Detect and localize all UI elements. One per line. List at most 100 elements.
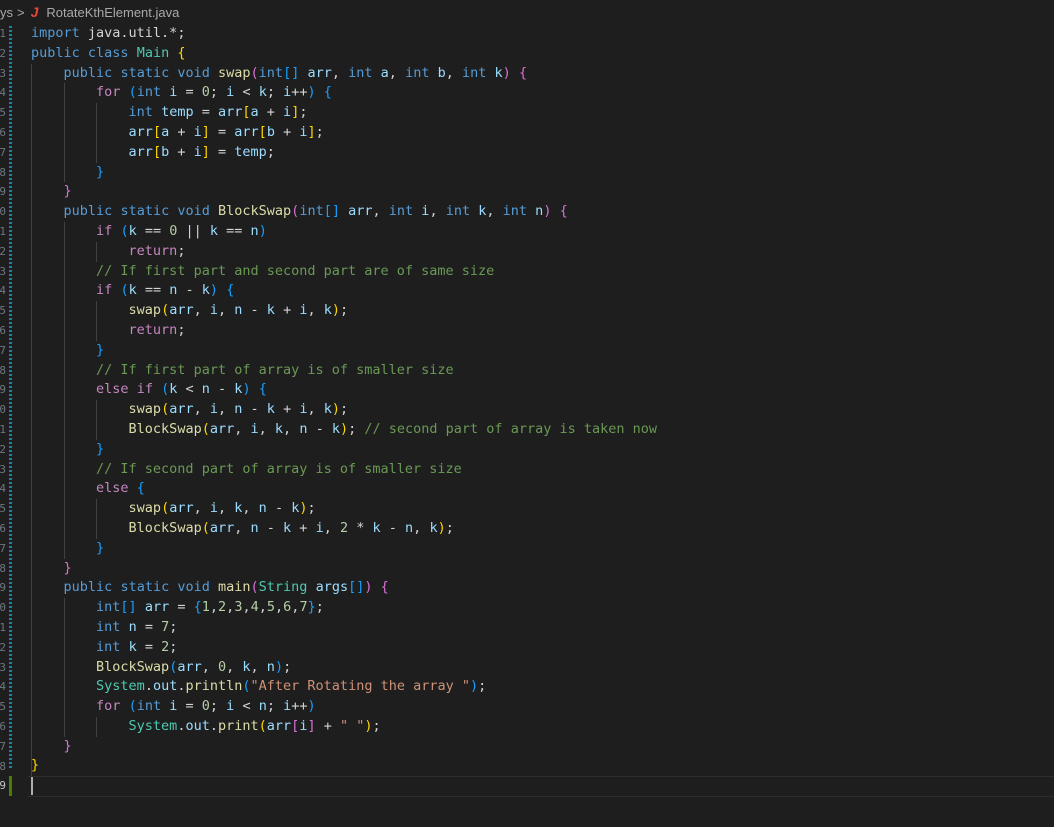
code-line[interactable]: public static void main(String args[]) { (31, 578, 1051, 598)
line-number[interactable]: 0 (0, 400, 6, 420)
line-number[interactable]: 9 (0, 182, 6, 202)
line-number[interactable]: 5 (0, 697, 6, 717)
line-number[interactable]: 6 (0, 717, 6, 737)
code-line[interactable]: int k = 2; (31, 638, 1051, 658)
code-line[interactable]: } (31, 163, 1051, 183)
code-line[interactable]: return; (31, 321, 1051, 341)
code-line[interactable] (31, 776, 1051, 796)
line-number[interactable]: 3 (0, 658, 6, 678)
line-number[interactable]: 6 (0, 321, 6, 341)
line-number[interactable]: 2 (0, 44, 6, 64)
line-number[interactable]: 9 (0, 776, 6, 796)
code-area[interactable]: import java.util.*; public class Main { p… (31, 24, 1051, 796)
code-line[interactable]: int temp = arr[a + i]; (31, 103, 1051, 123)
line-number[interactable]: 2 (0, 242, 6, 262)
code-token: ) (502, 64, 511, 81)
line-number[interactable]: 1 (0, 222, 6, 242)
line-number[interactable]: 5 (0, 301, 6, 321)
code-token: , (413, 519, 430, 536)
line-number[interactable]: 7 (0, 341, 6, 361)
line-number[interactable]: 2 (0, 440, 6, 460)
code-line[interactable]: swap(arr, i, n - k + i, k); (31, 301, 1051, 321)
line-number[interactable]: 8 (0, 163, 6, 183)
code-token: arr (209, 420, 235, 437)
code-line[interactable]: public static void swap(int[] arr, int a… (31, 64, 1051, 84)
code-line[interactable]: for (int i = 0; i < n; i++) (31, 697, 1051, 717)
code-line[interactable]: // If first part of array is of smaller … (31, 361, 1051, 381)
breadcrumb-file[interactable]: RotateKthElement.java (46, 5, 179, 20)
code-line[interactable]: swap(arr, i, n - k + i, k); (31, 400, 1051, 420)
line-number[interactable]: 5 (0, 499, 6, 519)
line-number[interactable]: 1 (0, 24, 6, 44)
line-number[interactable]: 0 (0, 598, 6, 618)
code-line[interactable]: System.out.println("After Rotating the a… (31, 677, 1051, 697)
line-number[interactable]: 4 (0, 479, 6, 499)
code-line[interactable]: import java.util.*; (31, 24, 1051, 44)
line-number[interactable]: 9 (0, 380, 6, 400)
code-token: * (348, 519, 373, 536)
code-line[interactable]: arr[a + i] = arr[b + i]; (31, 123, 1051, 143)
code-line[interactable]: BlockSwap(arr, 0, k, n); (31, 658, 1051, 678)
line-number[interactable]: 6 (0, 519, 6, 539)
line-number[interactable]: 4 (0, 677, 6, 697)
code-token: int (502, 203, 528, 220)
line-number[interactable]: 3 (0, 64, 6, 84)
code-line[interactable]: if (k == 0 || k == n) (31, 222, 1051, 242)
line-number[interactable]: 4 (0, 281, 6, 301)
code-line[interactable]: BlockSwap(arr, n - k + i, 2 * k - n, k); (31, 519, 1051, 539)
line-number[interactable]: 8 (0, 757, 6, 777)
line-number[interactable]: 0 (0, 202, 6, 222)
code-token: [] (283, 64, 300, 81)
code-line[interactable]: } (31, 440, 1051, 460)
code-token: , (258, 599, 267, 616)
line-number[interactable]: 7 (0, 143, 6, 163)
code-line[interactable]: int n = 7; (31, 618, 1051, 638)
code-line[interactable]: else if (k < n - k) { (31, 380, 1051, 400)
code-line[interactable]: public class Main { (31, 44, 1051, 64)
git-modified-indicator[interactable] (9, 26, 12, 770)
line-number[interactable]: 7 (0, 539, 6, 559)
code-editor[interactable]: ys > J RotateKthElement.java 12345678901… (0, 0, 1054, 827)
code-token: = (193, 104, 218, 121)
code-line[interactable]: BlockSwap(arr, i, k, n - k); // second p… (31, 420, 1051, 440)
code-line[interactable]: // If first part and second part are of … (31, 262, 1051, 282)
line-number[interactable]: 9 (0, 578, 6, 598)
line-number[interactable]: 7 (0, 737, 6, 757)
code-line[interactable]: int[] arr = {1,2,3,4,5,6,7}; (31, 598, 1051, 618)
line-number[interactable]: 6 (0, 123, 6, 143)
git-added-indicator[interactable] (9, 776, 12, 796)
code-line[interactable]: } (31, 341, 1051, 361)
code-token: 0 (217, 658, 227, 675)
line-number[interactable]: 5 (0, 103, 6, 123)
code-line[interactable]: System.out.print(arr[i] + " "); (31, 717, 1051, 737)
code-line[interactable]: arr[b + i] = temp; (31, 143, 1051, 163)
code-line[interactable]: } (31, 756, 1051, 776)
code-line[interactable]: swap(arr, i, k, n - k); (31, 499, 1051, 519)
code-line[interactable]: return; (31, 242, 1051, 262)
line-number[interactable]: 8 (0, 361, 6, 381)
code-line[interactable]: } (31, 539, 1051, 559)
line-number[interactable]: 1 (0, 618, 6, 638)
code-line[interactable]: } (31, 737, 1051, 757)
code-line[interactable]: public static void BlockSwap(int[] arr, … (31, 202, 1051, 222)
code-line[interactable]: } (31, 559, 1051, 579)
line-number[interactable]: 3 (0, 460, 6, 480)
code-token: , (193, 302, 210, 319)
code-token: ] (307, 717, 316, 734)
code-token: + (291, 519, 316, 536)
code-line[interactable]: // If second part of array is of smaller… (31, 460, 1051, 480)
code-line[interactable]: for (int i = 0; i < k; i++) { (31, 83, 1051, 103)
line-number[interactable]: 4 (0, 83, 6, 103)
code-line[interactable]: else { (31, 479, 1051, 499)
line-number[interactable]: 2 (0, 638, 6, 658)
line-number[interactable]: 1 (0, 420, 6, 440)
line-number[interactable]: 3 (0, 262, 6, 282)
breadcrumb-folder[interactable]: ys (0, 5, 13, 20)
code-line[interactable]: } (31, 182, 1051, 202)
line-number[interactable]: 8 (0, 559, 6, 579)
code-token: void (177, 64, 210, 81)
code-line[interactable]: if (k == n - k) { (31, 281, 1051, 301)
code-token: k (128, 638, 137, 655)
